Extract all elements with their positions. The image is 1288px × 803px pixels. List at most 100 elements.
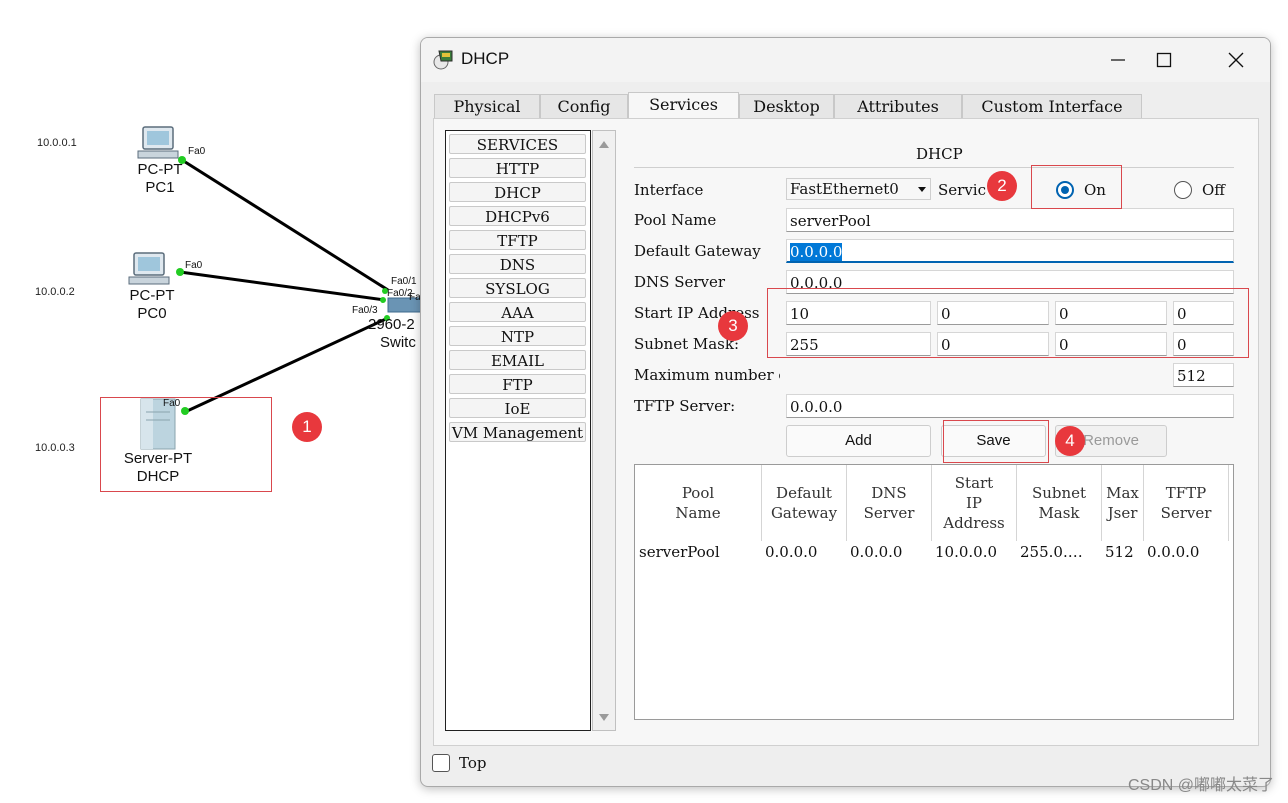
title-bar[interactable]: DHCP <box>421 38 1270 82</box>
service-label: Servic <box>938 181 986 199</box>
table-cell: 0.0.0.0 <box>1147 543 1200 561</box>
table-header[interactable]: Pool Name <box>635 465 762 541</box>
service-off-label[interactable]: Off <box>1202 181 1225 199</box>
port-label: Fa0 <box>188 146 206 157</box>
scroll-up-icon[interactable] <box>598 139 610 149</box>
port-label: Fa0/1 <box>391 276 417 287</box>
port-label: Fa <box>409 292 421 303</box>
app-icon <box>433 50 453 70</box>
service-item-dhcp[interactable]: DHCP <box>449 182 586 202</box>
maximize-button[interactable] <box>1141 44 1187 76</box>
tab-custom-interface[interactable]: Custom Interface <box>962 94 1142 118</box>
annotation-box-service-on <box>1031 165 1122 209</box>
annotation-badge-4: 4 <box>1055 426 1085 456</box>
table-header[interactable]: TFTP Server <box>1144 465 1229 541</box>
tab-desktop[interactable]: Desktop <box>739 94 834 118</box>
tab-attributes[interactable]: Attributes <box>834 94 962 118</box>
service-item-dns[interactable]: DNS <box>449 254 586 274</box>
service-item-ntp[interactable]: NTP <box>449 326 586 346</box>
table-header[interactable]: Default Gateway <box>762 465 847 541</box>
table-header[interactable]: Start IP Address <box>932 465 1017 541</box>
table-header[interactable]: Subnet Mask <box>1017 465 1102 541</box>
tftp-server-label: TFTP Server: <box>634 397 736 415</box>
ip-label-pc0: 10.0.0.2 <box>35 286 75 298</box>
pc0-icon[interactable] <box>128 252 170 285</box>
service-item-ftp[interactable]: FTP <box>449 374 586 394</box>
annotation-box-server <box>100 397 272 492</box>
table-cell: 512 <box>1105 543 1134 561</box>
pc1-label[interactable]: PC-PT PC1 <box>120 161 200 197</box>
service-item-dhcpv6[interactable]: DHCPv6 <box>449 206 586 226</box>
switch-label[interactable]: 2960-2 Switc <box>368 316 428 352</box>
annotation-box-ip-range <box>767 288 1249 358</box>
annotation-badge-2: 2 <box>987 171 1017 201</box>
window-title: DHCP <box>461 49 510 68</box>
service-item-ioe[interactable]: IoE <box>449 398 586 418</box>
tab-physical[interactable]: Physical <box>434 94 540 118</box>
pc0-label[interactable]: PC-PT PC0 <box>112 287 192 323</box>
dhcp-heading: DHCP <box>916 145 963 163</box>
services-scrollbar[interactable] <box>592 130 616 731</box>
link-light <box>176 268 184 276</box>
link-light <box>380 297 386 303</box>
chevron-down-icon <box>918 187 926 192</box>
pc0-type: PC-PT <box>129 287 175 304</box>
services-list: SERVICES HTTP DHCP DHCPv6 TFTP DNS SYSLO… <box>445 130 591 731</box>
interface-select[interactable]: FastEthernet0 <box>786 178 931 200</box>
pool-table: Pool Name Default Gateway DNS Server Sta… <box>634 464 1234 720</box>
table-header[interactable]: Max Jser <box>1102 465 1144 541</box>
pc1-icon[interactable] <box>137 126 179 159</box>
default-gateway-label: Default Gateway <box>634 242 761 260</box>
pc1-name: PC1 <box>145 179 175 196</box>
table-cell: 255.0.… <box>1020 543 1083 561</box>
table-cell: serverPool <box>639 543 720 561</box>
service-item-vm-management[interactable]: VM Management <box>449 422 586 442</box>
close-icon <box>1228 52 1244 68</box>
tab-config[interactable]: Config <box>540 94 628 118</box>
top-checkbox-label[interactable]: Top <box>459 754 486 772</box>
port-label: Fa0/3 <box>352 305 378 316</box>
default-gateway-selected-text: 0.0.0.0 <box>790 243 843 261</box>
interface-label: Interface <box>634 181 704 199</box>
service-item-services[interactable]: SERVICES <box>449 134 586 154</box>
interface-select-value: FastEthernet0 <box>790 180 899 198</box>
maximize-icon <box>1156 52 1172 68</box>
service-item-email[interactable]: EMAIL <box>449 350 586 370</box>
switch-type: 2960-2 <box>368 316 415 333</box>
service-item-aaa[interactable]: AAA <box>449 302 586 322</box>
link-pc0-switch <box>179 270 386 302</box>
tftp-server-input[interactable]: 0.0.0.0 <box>786 394 1234 418</box>
scroll-down-icon[interactable] <box>598 713 610 723</box>
close-button[interactable] <box>1213 44 1259 76</box>
default-gateway-input[interactable]: 0.0.0.0 <box>786 239 1234 263</box>
pc1-type: PC-PT <box>137 161 183 178</box>
pool-name-input[interactable]: serverPool <box>786 208 1234 232</box>
link-pc1-switch <box>181 158 389 292</box>
service-item-syslog[interactable]: SYSLOG <box>449 278 586 298</box>
table-cell: 0.0.0.0 <box>850 543 903 561</box>
dns-server-label: DNS Server <box>634 273 726 291</box>
table-cell: 0.0.0.0 <box>765 543 818 561</box>
service-item-http[interactable]: HTTP <box>449 158 586 178</box>
port-label: Fa0 <box>185 260 203 271</box>
watermark: CSDN @嘟嘟太菜了 <box>1127 777 1274 794</box>
switch-name: Switc <box>380 334 416 351</box>
annotation-badge-3: 3 <box>718 311 748 341</box>
pc0-name: PC0 <box>137 305 167 322</box>
ip-label-pc1: 10.0.0.1 <box>37 137 77 149</box>
table-cell: 10.0.0.0 <box>935 543 998 561</box>
top-checkbox[interactable] <box>432 754 450 772</box>
annotation-box-save <box>943 420 1049 463</box>
tab-services[interactable]: Services <box>628 92 739 119</box>
max-users-label: Maximum number o <box>634 366 780 384</box>
service-item-tftp[interactable]: TFTP <box>449 230 586 250</box>
minimize-button[interactable] <box>1095 44 1141 76</box>
add-button[interactable]: Add <box>786 425 931 457</box>
pool-name-label: Pool Name <box>634 211 717 229</box>
heading-divider <box>634 167 1234 168</box>
minimize-icon <box>1111 59 1125 61</box>
max-users-input[interactable]: 512 <box>1173 363 1234 387</box>
service-off-radio[interactable] <box>1174 181 1192 199</box>
ip-label-server: 10.0.0.3 <box>35 442 75 454</box>
table-header[interactable]: DNS Server <box>847 465 932 541</box>
